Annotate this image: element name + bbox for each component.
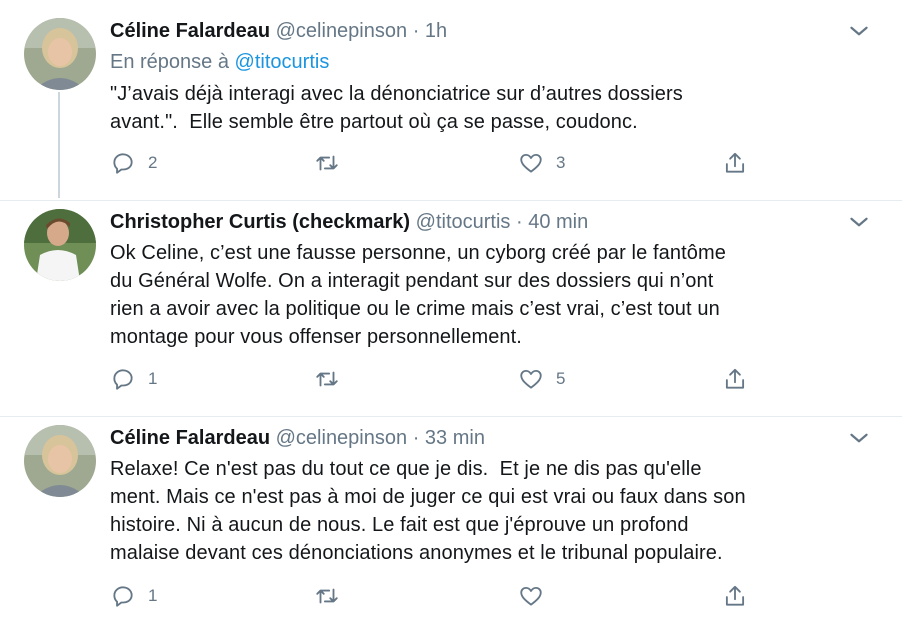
like-count: 5: [556, 369, 566, 388]
like-icon: [520, 153, 542, 173]
avatar-photo: [24, 209, 96, 281]
share-button[interactable]: [722, 364, 748, 394]
avatar[interactable]: [24, 209, 96, 281]
author-name[interactable]: Céline Falardeau: [110, 20, 270, 42]
reply-prefix: En réponse à: [110, 51, 229, 73]
chevron-down-icon[interactable]: [846, 209, 872, 235]
avatar-photo: [24, 425, 96, 497]
tweet[interactable]: Céline Falardeau @celinepinson · 1h En r…: [0, 0, 902, 200]
share-icon: [725, 152, 745, 173]
timestamp[interactable]: 1h: [425, 20, 447, 42]
share-icon: [725, 368, 745, 389]
like-count: 3: [556, 153, 566, 172]
author-handle[interactable]: @celinepinson: [276, 20, 408, 42]
timestamp[interactable]: 40 min: [528, 211, 588, 233]
share-button[interactable]: [722, 148, 748, 178]
avatar[interactable]: [24, 425, 96, 497]
like-icon: [520, 369, 542, 389]
action-bar: 1: [110, 581, 770, 611]
avatar-photo: [24, 18, 96, 90]
action-bar: 2 3: [110, 148, 770, 178]
share-icon: [725, 585, 745, 606]
reply-button[interactable]: 1: [110, 364, 157, 394]
tweet-header: Christopher Curtis (checkmark) @titocurt…: [110, 209, 872, 235]
share-button[interactable]: [722, 581, 748, 611]
like-button[interactable]: 5: [518, 364, 565, 394]
thread-line: [58, 92, 60, 198]
chevron-down-icon[interactable]: [846, 18, 872, 44]
meta-separator: ·: [412, 427, 420, 449]
retweet-button[interactable]: [314, 148, 352, 178]
retweet-button[interactable]: [314, 364, 352, 394]
retweet-icon: [316, 588, 338, 604]
tweet-text: "J’avais déjà interagi avec la dénonciat…: [110, 83, 683, 133]
reply-button[interactable]: 2: [110, 148, 157, 178]
reply-count: 2: [148, 153, 158, 172]
reply-mention-link[interactable]: @titocurtis: [235, 51, 330, 73]
author-name[interactable]: Céline Falardeau: [110, 427, 270, 449]
reply-count: 1: [148, 369, 158, 388]
meta-separator: ·: [515, 211, 523, 233]
reply-button[interactable]: 1: [110, 581, 157, 611]
tweet-header: Céline Falardeau @celinepinson · 1h: [110, 18, 872, 44]
like-button[interactable]: [518, 581, 556, 611]
tweet-text: Relaxe! Ce n'est pas du tout ce que je d…: [110, 458, 746, 564]
author-name[interactable]: Christopher Curtis (checkmark): [110, 211, 410, 233]
reply-icon: [113, 153, 133, 174]
like-icon: [520, 586, 542, 606]
reply-icon: [113, 369, 133, 390]
tweet-text: Ok Celine, c’est une fausse personne, un…: [110, 242, 726, 348]
author-handle[interactable]: @titocurtis: [416, 211, 511, 233]
timestamp[interactable]: 33 min: [425, 427, 485, 449]
retweet-button[interactable]: [314, 581, 352, 611]
retweet-icon: [316, 371, 338, 387]
tweet-header: Céline Falardeau @celinepinson · 33 min: [110, 425, 872, 451]
author-handle[interactable]: @celinepinson: [276, 427, 408, 449]
tweet[interactable]: Christopher Curtis (checkmark) @titocurt…: [0, 201, 902, 416]
reply-count: 1: [148, 586, 158, 605]
like-button[interactable]: 3: [518, 148, 565, 178]
avatar[interactable]: [24, 18, 96, 90]
tweet[interactable]: Céline Falardeau @celinepinson · 33 min …: [0, 417, 902, 624]
reply-icon: [113, 586, 133, 607]
action-bar: 1 5: [110, 364, 770, 394]
reply-context: En réponse à @titocurtis: [110, 48, 872, 76]
chevron-down-icon[interactable]: [846, 425, 872, 451]
meta-separator: ·: [412, 20, 420, 42]
retweet-icon: [316, 155, 338, 171]
